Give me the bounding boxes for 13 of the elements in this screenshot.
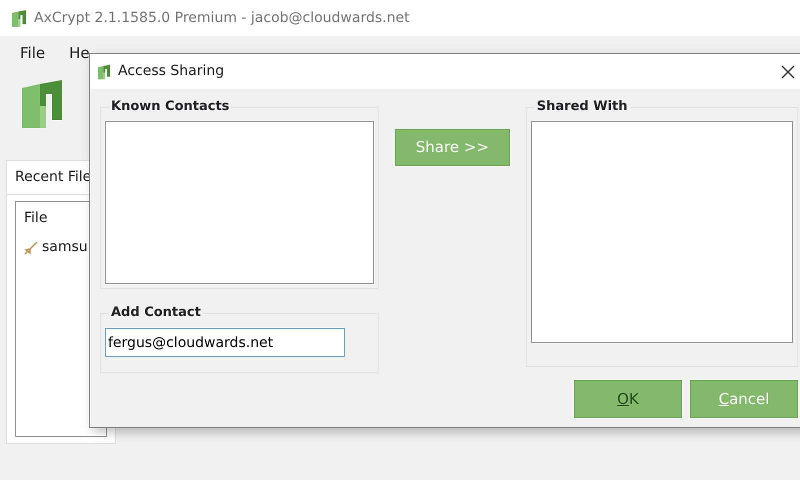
window-title: AxCrypt 2.1.1585.0 Premium - jacob@cloudwards.net [34, 8, 410, 28]
dialog-title: Access Sharing [118, 62, 224, 81]
menu-item[interactable]: File [20, 42, 46, 64]
menu-item[interactable]: He [69, 42, 90, 64]
email-field[interactable]: fergus@cloudwards.net [105, 328, 345, 357]
app-logo-icon [98, 64, 110, 80]
file-name[interactable]: samsu [42, 237, 88, 258]
column-header: File [24, 209, 48, 228]
contacts-list[interactable] [105, 121, 374, 284]
app-logo-icon [12, 10, 26, 26]
shared-list[interactable] [530, 121, 793, 343]
dialog-button[interactable]: OK [574, 380, 682, 418]
app-logo-icon [22, 80, 62, 128]
